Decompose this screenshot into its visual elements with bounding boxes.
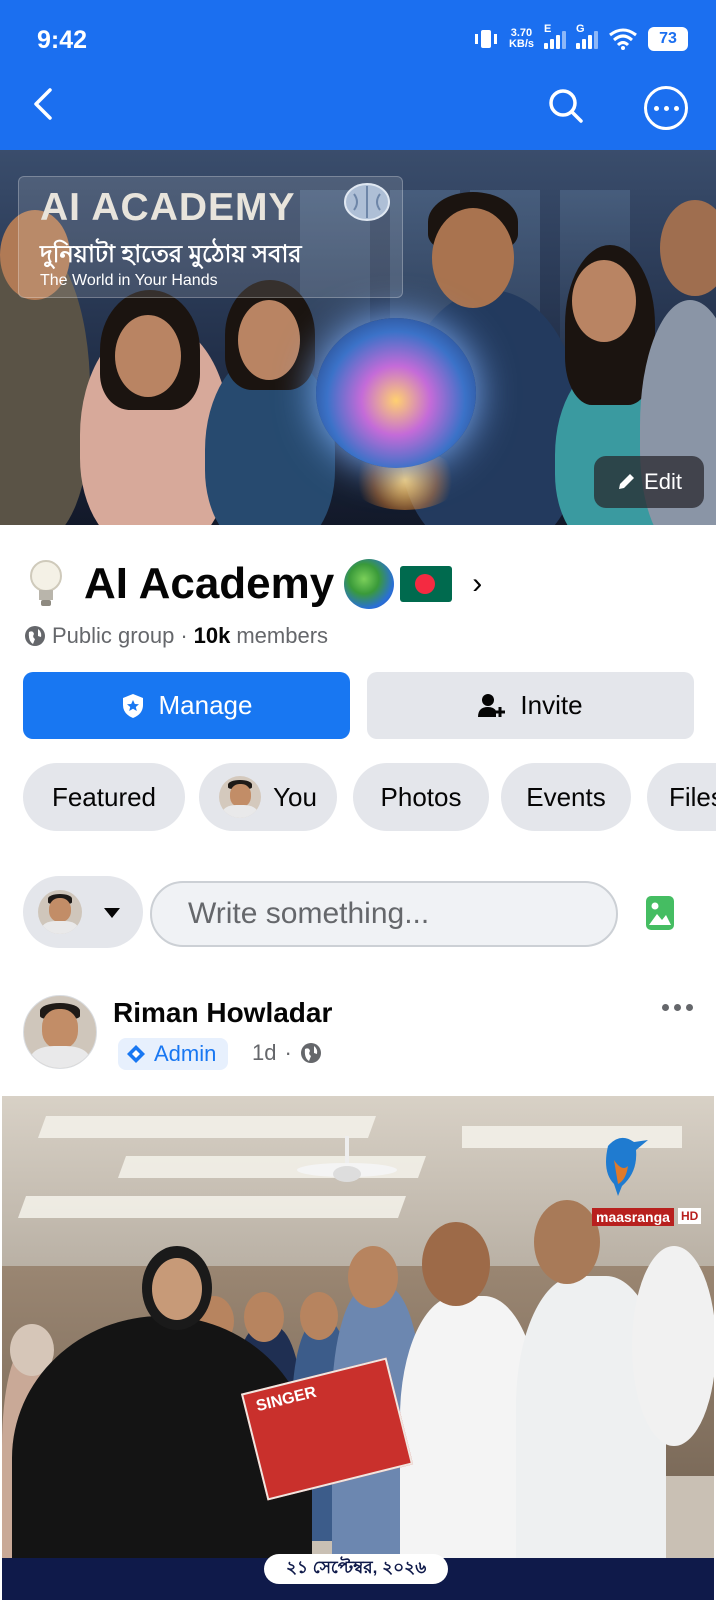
- avatar: [219, 776, 262, 818]
- write-something-input[interactable]: [150, 881, 618, 947]
- members-count: 10k: [193, 623, 231, 648]
- add-person-icon: [478, 693, 506, 717]
- group-title-row[interactable]: AI Academy ›: [28, 554, 482, 614]
- top-app-bar: 9:42 3.70 KB/s E G 73: [0, 0, 716, 150]
- status-icons: 3.70 KB/s E G 73: [473, 22, 688, 56]
- wifi-icon: [609, 28, 637, 50]
- admin-badge: Admin: [118, 1038, 229, 1070]
- tab-you[interactable]: You: [199, 763, 337, 831]
- earth-globe-icon: [344, 559, 395, 609]
- bangladesh-flag-icon: [400, 566, 453, 602]
- post-author-name[interactable]: Riman Howladar: [113, 997, 332, 1029]
- group-name[interactable]: AI Academy: [84, 559, 334, 609]
- kingfisher-logo-icon: [606, 1137, 648, 1196]
- brain-icon: [344, 183, 390, 221]
- watermark-hd: HD: [678, 1208, 702, 1224]
- back-arrow-icon[interactable]: [26, 86, 62, 122]
- cover-title: AI ACADEMY: [40, 186, 296, 229]
- post-author-avatar[interactable]: [23, 995, 97, 1069]
- more-options-icon[interactable]: [644, 86, 688, 130]
- manage-button[interactable]: Manage: [23, 672, 350, 739]
- globe-icon: [25, 626, 45, 646]
- members-label: members: [236, 623, 329, 648]
- globe-illustration: [316, 318, 476, 468]
- group-privacy: Public group: [52, 623, 175, 648]
- battery-indicator: 73: [648, 27, 688, 51]
- post-photo[interactable]: SINGER maasranga HD ২১ সেপ্টেম্বর, ২০২৬: [2, 1096, 714, 1600]
- post-more-options-icon[interactable]: [662, 1004, 693, 1011]
- group-meta: Public group · 10k members: [24, 621, 328, 651]
- status-time: 9:42: [37, 26, 88, 54]
- tab-files[interactable]: Files: [647, 763, 716, 831]
- cover-subtitle-bangla: দুনিয়াটা হাতের মুঠোয় সবার: [40, 241, 302, 268]
- admin-diamond-icon: [127, 1045, 145, 1063]
- network-speed: 3.70 KB/s: [508, 27, 534, 50]
- photo-icon[interactable]: [645, 895, 675, 931]
- avatar: [38, 890, 82, 934]
- post-meta: 1d ·: [252, 1040, 322, 1066]
- tab-photos[interactable]: Photos: [353, 763, 489, 831]
- invite-button[interactable]: Invite: [367, 672, 694, 739]
- ceiling-fan-icon: [297, 1136, 397, 1182]
- tab-featured[interactable]: Featured: [23, 763, 185, 831]
- signal-strength-icon-2: G: [576, 23, 598, 49]
- lightbulb-icon: [30, 560, 62, 606]
- globe-icon: [300, 1043, 321, 1063]
- chevron-right-icon[interactable]: ›: [472, 567, 482, 601]
- cover-subtitle-english: The World in Your Hands: [40, 272, 218, 289]
- watermark-logo: maasranga: [592, 1208, 674, 1226]
- group-tabs: Featured You Photos Events Files: [23, 763, 716, 831]
- date-caption: ২১ সেপ্টেম্বর, ২০২৬: [264, 1554, 449, 1584]
- shield-icon: [122, 693, 143, 718]
- signal-strength-icon: E: [544, 23, 566, 49]
- pencil-icon: [619, 474, 635, 489]
- search-icon[interactable]: [548, 88, 584, 124]
- edit-cover-button[interactable]: Edit: [594, 456, 704, 508]
- tab-events[interactable]: Events: [501, 763, 631, 831]
- post-time[interactable]: 1d: [252, 1040, 276, 1066]
- vibrate-icon: [474, 30, 497, 48]
- caret-down-icon[interactable]: [104, 908, 120, 918]
